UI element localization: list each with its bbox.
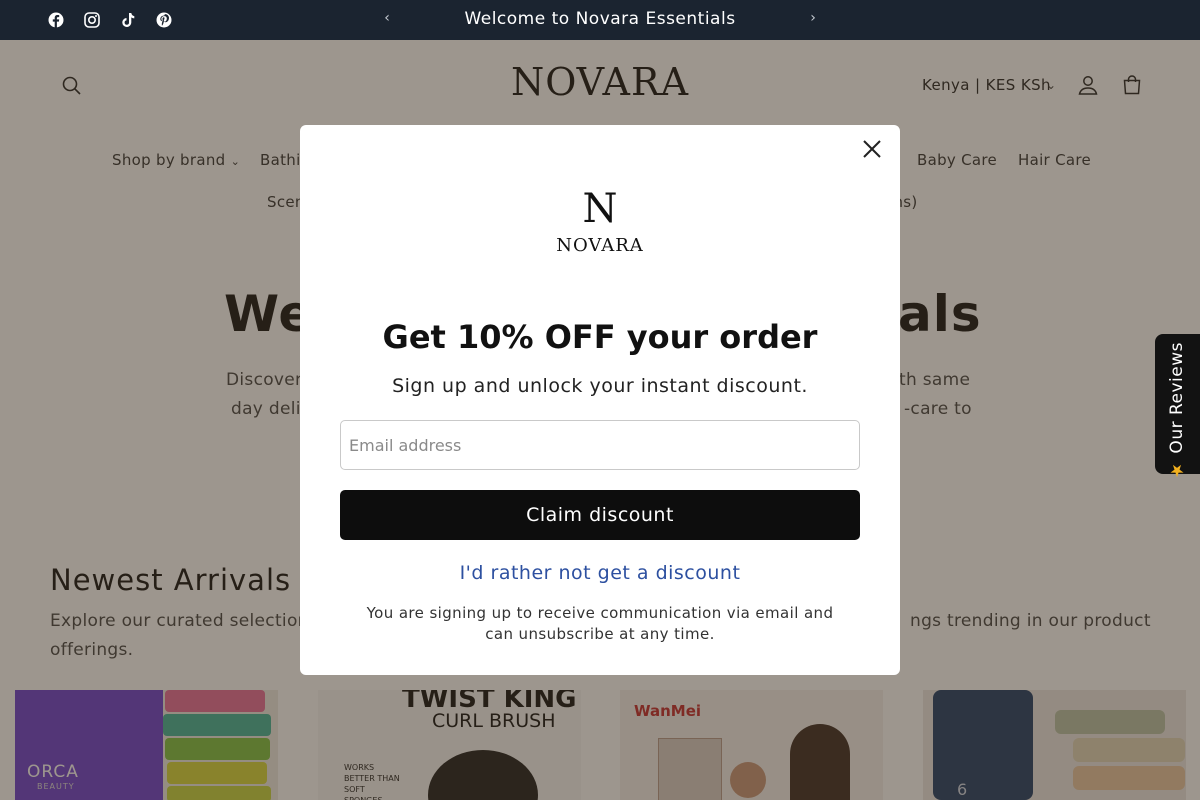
modal-subtitle: Sign up and unlock your instant discount… xyxy=(392,375,808,397)
decline-discount-link[interactable]: I'd rather not get a discount xyxy=(300,562,900,584)
modal-logo: N NOVARA xyxy=(556,186,644,256)
star-icon: ★ xyxy=(1167,459,1187,480)
close-icon[interactable] xyxy=(858,135,886,163)
disclaimer-text: You are signing up to receive communicat… xyxy=(366,604,834,643)
pinterest-icon[interactable] xyxy=(156,12,172,28)
instagram-icon[interactable] xyxy=(84,12,100,28)
social-links xyxy=(48,12,172,28)
discount-modal: N NOVARA Get 10% OFF your order Sign up … xyxy=(300,125,900,675)
announcement-next-button[interactable]: › xyxy=(803,10,823,26)
reviews-tab-label: Our Reviews xyxy=(1167,342,1187,454)
announcement-bar: ‹ Welcome to Novara Essentials › xyxy=(0,0,1200,40)
email-field[interactable] xyxy=(340,420,860,470)
reviews-tab[interactable]: ★ Our Reviews xyxy=(1155,334,1200,480)
modal-title: Get 10% OFF your order xyxy=(382,318,818,356)
claim-discount-button[interactable]: Claim discount xyxy=(340,490,860,540)
facebook-icon[interactable] xyxy=(48,12,64,28)
tiktok-icon[interactable] xyxy=(120,12,136,28)
